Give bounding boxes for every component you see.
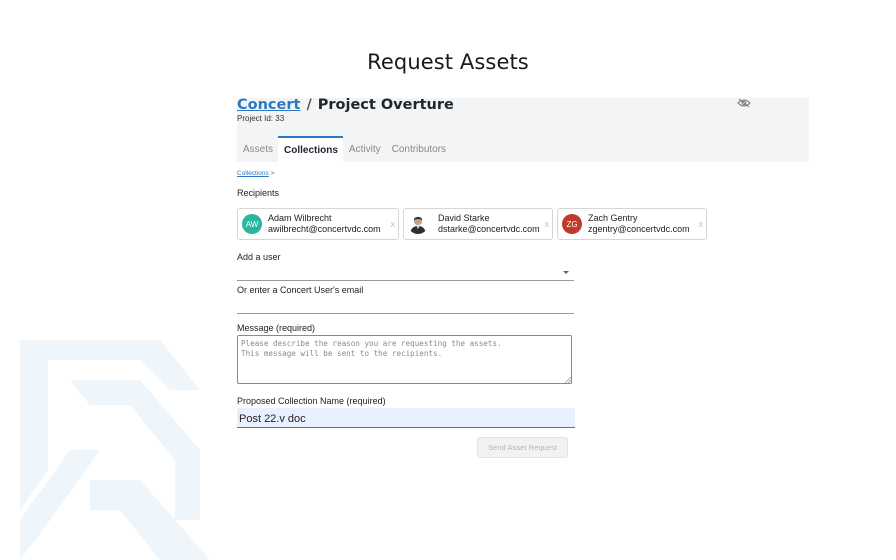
add-user-select[interactable]	[237, 265, 574, 281]
remove-recipient-button[interactable]: x	[391, 219, 396, 229]
breadcrumb: Collections >	[237, 170, 275, 177]
collection-name-input[interactable]	[237, 408, 575, 428]
project-title-row: Concert / Project Overture	[237, 97, 454, 113]
recipient-email: zgentry@concertvdc.com	[588, 224, 690, 234]
breadcrumb-collections-link[interactable]: Collections	[237, 170, 269, 177]
recipient-chip: ZG Zach Gentry zgentry@concertvdc.com x	[557, 208, 707, 240]
avatar: ZG	[562, 214, 582, 234]
page-heading: Request Assets	[367, 50, 529, 74]
tab-activity[interactable]: Activity	[343, 136, 386, 162]
recipient-name: David Starke	[438, 213, 490, 223]
tab-collections[interactable]: Collections	[278, 136, 343, 162]
org-link[interactable]: Concert	[237, 97, 300, 113]
avatar: AW	[242, 214, 262, 234]
tab-assets[interactable]: Assets	[237, 136, 278, 162]
recipient-email: dstarke@concertvdc.com	[438, 224, 540, 234]
recipient-email: awilbrecht@concertvdc.com	[268, 224, 381, 234]
project-id: Project Id: 33	[237, 114, 285, 123]
remove-recipient-button[interactable]: x	[545, 219, 550, 229]
recipient-name: Adam Wilbrecht	[268, 213, 332, 223]
project-header: Concert / Project Overture Project Id: 3…	[237, 97, 809, 162]
tab-contributors[interactable]: Contributors	[386, 136, 451, 162]
send-asset-request-button[interactable]: Send Asset Request	[477, 437, 568, 458]
message-textarea[interactable]	[237, 335, 572, 384]
chevron-down-icon	[563, 271, 569, 274]
eye-slash-icon[interactable]	[737, 98, 751, 108]
recipients-label: Recipients	[237, 188, 280, 198]
remove-recipient-button[interactable]: x	[699, 219, 704, 229]
collection-name-label: Proposed Collection Name (required)	[237, 396, 386, 406]
project-name: Project Overture	[317, 97, 454, 113]
project-tabs: Assets Collections Activity Contributors	[237, 136, 451, 162]
email-entry-label: Or enter a Concert User's email	[237, 285, 364, 295]
avatar-photo-icon	[408, 214, 428, 234]
breadcrumb-separator: >	[270, 170, 275, 177]
background-watermark-logo	[20, 340, 210, 560]
recipient-name: Zach Gentry	[588, 213, 638, 223]
resize-grip-icon[interactable]	[564, 376, 571, 383]
email-input[interactable]	[237, 297, 574, 314]
add-user-label: Add a user	[237, 252, 281, 262]
recipient-chip: David Starke dstarke@concertvdc.com x	[403, 208, 553, 240]
message-label: Message (required)	[237, 323, 316, 333]
title-separator: /	[306, 97, 312, 113]
recipient-chip: AW Adam Wilbrecht awilbrecht@concertvdc.…	[237, 208, 399, 240]
